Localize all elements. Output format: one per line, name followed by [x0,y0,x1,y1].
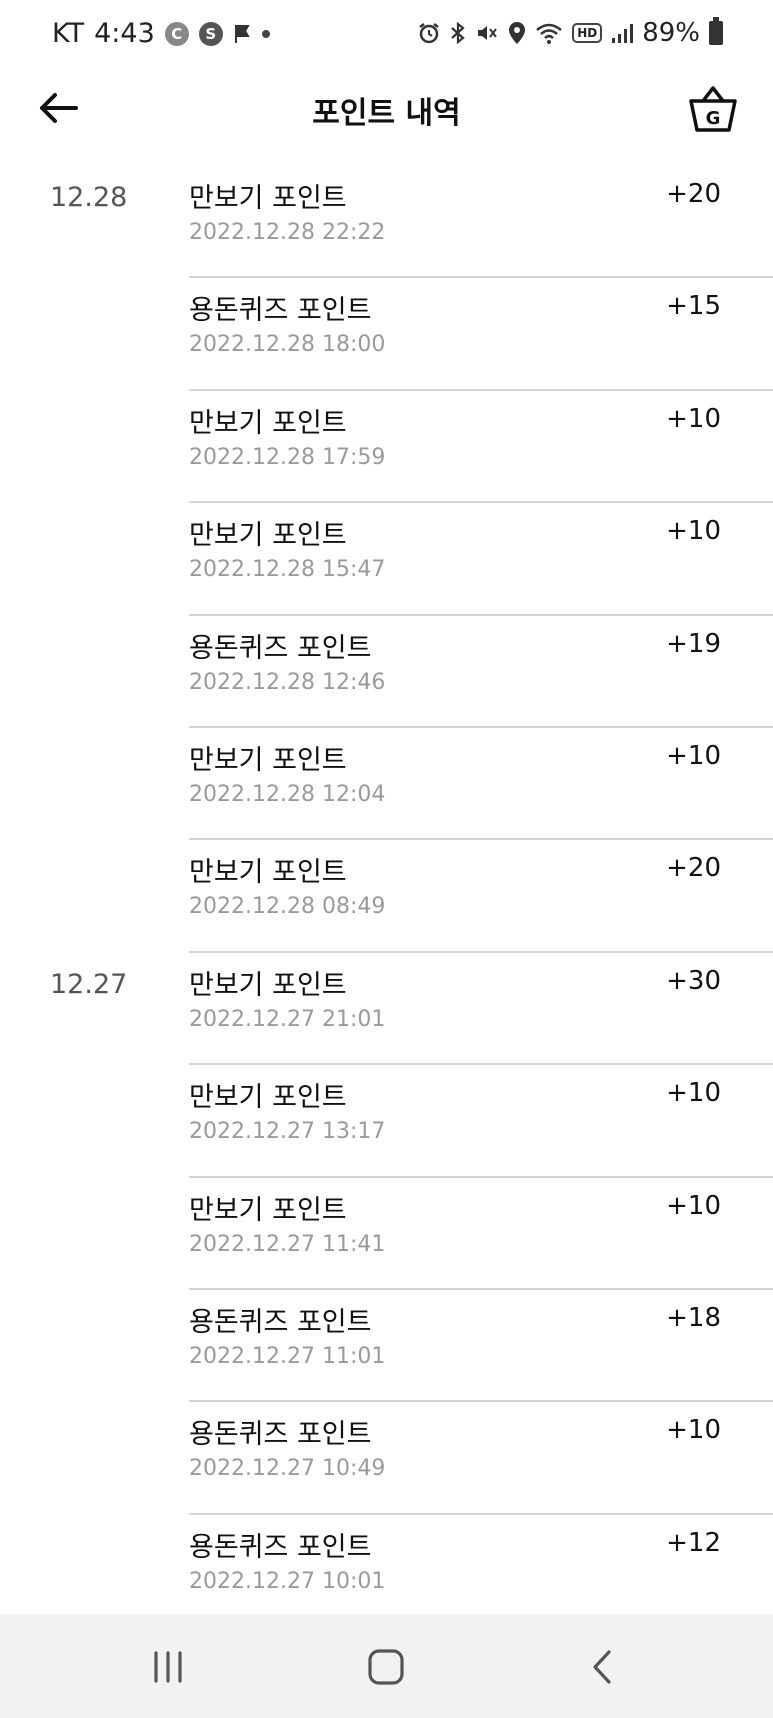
c-circle-icon: C [164,21,189,46]
history-row: 만보기 포인트 2022.12.28 08:49 +20 [0,840,773,953]
basket-letter: G [706,108,721,129]
wifi-icon [535,21,563,45]
history-row: 만보기 포인트 2022.12.27 11:41 +10 [0,1178,773,1290]
entry-timestamp: 2022.12.27 10:49 [189,1456,386,1482]
entry-points: +30 [666,965,721,996]
battery-percent: 89% [642,18,700,48]
entry-points: +15 [666,291,721,322]
history-row: 용돈퀴즈 포인트 2022.12.27 10:49 +10 [0,1402,773,1515]
flag-icon [233,23,251,45]
home-icon [368,1649,404,1685]
history-entry: 만보기 포인트 2022.12.28 08:49 +20 [189,840,773,953]
entry-points: +12 [666,1527,721,1558]
entry-timestamp: 2022.12.28 22:22 [189,220,386,245]
app-header: 포인트 내역 G [0,70,773,150]
hd-icon: HD [572,23,603,43]
history-row: 12.27 만보기 포인트 2022.12.27 21:01 +30 [0,953,773,1066]
nav-back-button[interactable] [572,1640,632,1694]
entry-points: +10 [666,516,721,547]
history-entry: 만보기 포인트 2022.12.28 17:59 +10 [189,391,773,504]
history-entry: 용돈퀴즈 포인트 2022.12.27 10:01 +12 [189,1515,773,1628]
status-bar-left: KT 4:43 C S [52,18,271,49]
history-row: 용돈퀴즈 포인트 2022.12.28 18:00 +15 [0,278,773,391]
history-row: 용돈퀴즈 포인트 2022.12.27 10:01 +12 [0,1515,773,1628]
s-circle-icon: S [198,21,223,46]
entry-points: +10 [666,740,721,771]
bluetooth-icon [450,21,466,45]
shop-basket-button[interactable]: G [687,84,739,136]
history-entry: 용돈퀴즈 포인트 2022.12.27 10:49 +10 [189,1402,773,1515]
history-entry: 만보기 포인트 2022.12.28 12:04 +10 [189,728,773,841]
entry-title: 용돈퀴즈 포인트 [189,632,372,664]
entry-points: +10 [666,1078,721,1109]
entry-title: 만보기 포인트 [189,520,347,552]
history-row: 만보기 포인트 2022.12.28 15:47 +10 [0,503,773,616]
mute-icon [475,21,499,45]
entry-title: 만보기 포인트 [189,744,347,776]
entry-points: +20 [666,853,721,884]
history-row: 만보기 포인트 2022.12.28 12:04 +10 [0,728,773,841]
entry-title: 용돈퀴즈 포인트 [189,1531,372,1563]
entry-title: 만보기 포인트 [189,1194,347,1226]
entry-timestamp: 2022.12.27 10:01 [189,1568,386,1594]
entry-title: 만보기 포인트 [189,407,347,439]
history-row: 용돈퀴즈 포인트 2022.12.28 12:46 +19 [0,616,773,728]
recent-apps-icon [154,1651,182,1683]
entry-points: +10 [666,1415,721,1446]
date-group-label: 12.28 [50,182,128,213]
dot-icon [261,29,271,39]
entry-timestamp: 2022.12.27 11:01 [189,1343,386,1369]
history-entry: 만보기 포인트 2022.12.28 15:47 +10 [189,503,773,616]
entry-title: 용돈퀴즈 포인트 [189,1306,372,1338]
chevron-left-icon [593,1650,611,1684]
status-bar: KT 4:43 C S HD 89% [0,0,773,70]
entry-timestamp: 2022.12.28 12:04 [189,781,386,807]
entry-title: 만보기 포인트 [189,969,347,1001]
date-group-label: 12.27 [50,968,128,1000]
history-entry: 용돈퀴즈 포인트 2022.12.27 11:01 +18 [189,1290,773,1403]
history-entry: 만보기 포인트 2022.12.27 13:17 +10 [189,1065,773,1178]
entry-timestamp: 2022.12.28 18:00 [189,332,386,358]
entry-timestamp: 2022.12.28 17:59 [189,444,386,470]
history-row: 만보기 포인트 2022.12.28 17:59 +10 [0,391,773,504]
location-icon [508,21,526,45]
page-title: 포인트 내역 [312,96,461,131]
alarm-icon [417,21,441,45]
point-history-list: 12.28 만보기 포인트 2022.12.28 22:22 +20 용돈퀴즈 포인트 2… [0,166,773,1628]
entry-timestamp: 2022.12.27 21:01 [189,1006,386,1032]
history-row: 만보기 포인트 2022.12.27 13:17 +10 [0,1065,773,1178]
entry-points: +10 [666,403,721,434]
history-entry: 만보기 포인트 2022.12.27 11:41 +10 [189,1178,773,1290]
entry-timestamp: 2022.12.28 15:47 [189,557,386,583]
entry-timestamp: 2022.12.27 11:41 [189,1231,386,1257]
battery-icon [709,17,723,45]
recent-apps-button[interactable] [138,1640,198,1694]
entry-points: +10 [666,1190,721,1221]
entry-points: +20 [666,179,721,209]
history-entry: 만보기 포인트 2022.12.27 21:01 +30 [189,953,773,1066]
entry-timestamp: 2022.12.28 08:49 [189,894,386,920]
status-bar-right: HD 89% [417,17,723,48]
entry-title: 만보기 포인트 [189,1082,347,1114]
entry-points: +19 [666,628,721,659]
clock: 4:43 [94,18,155,49]
carrier-label: KT [52,18,85,49]
history-entry: 용돈퀴즈 포인트 2022.12.28 12:46 +19 [189,616,773,728]
history-row: 용돈퀴즈 포인트 2022.12.27 11:01 +18 [0,1290,773,1403]
history-entry: 만보기 포인트 2022.12.28 22:22 +20 [189,166,773,279]
history-row: 12.28 만보기 포인트 2022.12.28 22:22 +20 [0,166,773,279]
entry-title: 용돈퀴즈 포인트 [189,1419,372,1451]
entry-timestamp: 2022.12.28 12:46 [189,669,386,695]
entry-title: 용돈퀴즈 포인트 [189,295,372,327]
basket-icon: G [689,86,737,132]
history-entry: 용돈퀴즈 포인트 2022.12.28 18:00 +15 [189,278,773,391]
signal-icon [611,22,634,44]
entry-timestamp: 2022.12.27 13:17 [189,1119,386,1145]
entry-title: 만보기 포인트 [189,857,347,889]
system-nav-bar [0,1614,773,1718]
entry-title: 만보기 포인트 [189,183,347,214]
home-button[interactable] [356,1640,416,1694]
entry-points: +18 [666,1302,721,1333]
